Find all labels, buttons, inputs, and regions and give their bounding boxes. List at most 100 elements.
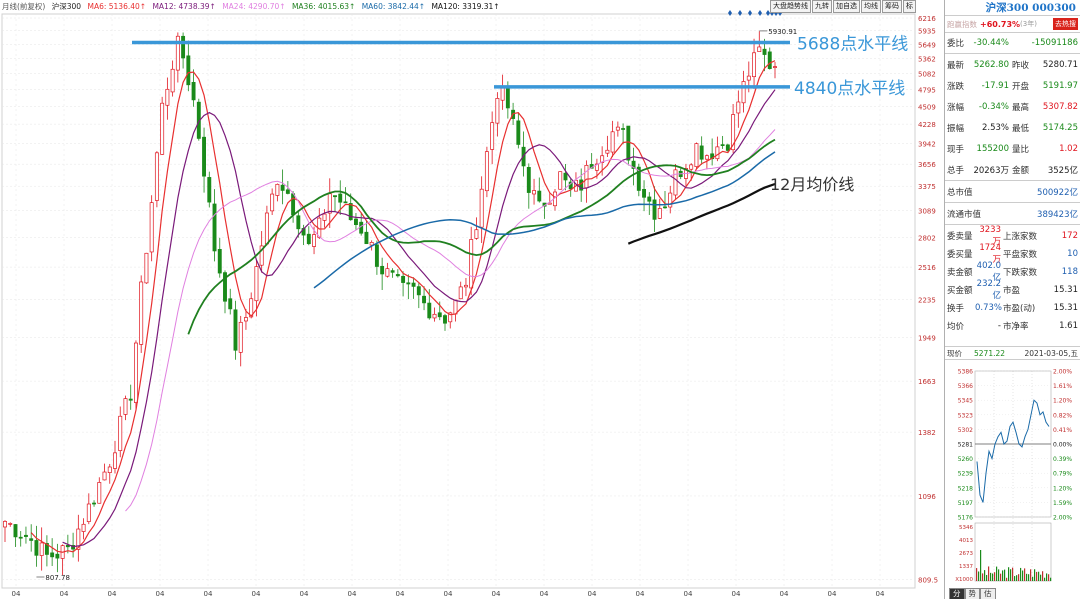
hot-search-button[interactable]: 去热搜 xyxy=(1053,18,1078,30)
candle-body xyxy=(757,46,762,53)
candle-body xyxy=(762,48,767,55)
kline-svg[interactable]: 6216 5935 5649 5362 5082 4795 4509 4228 3942 3656… xyxy=(0,0,944,599)
quote-row-value: 2.53% xyxy=(981,122,1009,133)
float-cap-label: 流通市值 xyxy=(947,209,982,220)
candle-body xyxy=(39,542,44,556)
candle-body xyxy=(642,188,646,198)
candle-body xyxy=(605,149,610,154)
candle-body xyxy=(118,415,123,451)
ma-button[interactable]: 均线 xyxy=(861,0,881,13)
weibi-row: 委比 -30.44% -15091186 xyxy=(945,33,1080,54)
chips-button[interactable]: 筹码 xyxy=(882,0,902,13)
candle-body xyxy=(217,249,222,274)
volume-bar xyxy=(990,572,992,581)
time-tick-label: 04 xyxy=(156,590,165,598)
volume-bar xyxy=(1032,576,1034,581)
time-tick-label: 04 xyxy=(300,590,309,598)
volume-bar xyxy=(1044,577,1046,581)
candle-body xyxy=(390,270,395,273)
quote-row-value2: 5174.25 xyxy=(1042,122,1078,133)
time-tick-label: 04 xyxy=(252,590,261,598)
volume-bar xyxy=(1030,569,1032,581)
legend-ma120: MA120: 3319.31↑ xyxy=(431,2,500,11)
intraday-left-tick: 5281 xyxy=(958,442,973,449)
intraday-left-tick: 5176 xyxy=(958,515,973,522)
grid-value: 232.2亿 xyxy=(976,279,1001,301)
candle-body xyxy=(296,215,301,230)
time-tick-label: 04 xyxy=(444,590,453,598)
outperform-period: (3年) xyxy=(1020,20,1037,28)
candle-body xyxy=(584,164,589,189)
candle-body xyxy=(191,81,196,101)
candle-body xyxy=(202,136,206,177)
volume-bar xyxy=(1046,573,1048,581)
trend-line-button[interactable]: 大盘趋势线 xyxy=(770,0,811,13)
volume-bar xyxy=(1048,574,1050,581)
kline-chart[interactable]: 6216 5935 5649 5362 5082 4795 4509 4228 3942 3656… xyxy=(0,0,944,599)
volume-bar xyxy=(992,573,994,581)
quote-row-label: 涨跌 xyxy=(947,81,965,92)
quote-row: 涨幅 -0.34% 最高 5307.82 xyxy=(945,96,1080,117)
grid-label: 委卖量 xyxy=(947,232,973,242)
time-tick-label: 04 xyxy=(828,590,837,598)
candle-body xyxy=(327,193,332,214)
price-tick-label: 3375 xyxy=(918,183,936,191)
nine-turn-button[interactable]: 九转 xyxy=(812,0,832,13)
price-tick-label: 5362 xyxy=(918,56,936,64)
intraday-left-tick: 5323 xyxy=(958,412,973,419)
quote-row-value: -17.91 xyxy=(981,80,1009,91)
intraday-left-tick: 5302 xyxy=(958,427,973,434)
low-label: 807.78 xyxy=(45,574,70,582)
tab-minute[interactable]: 分 xyxy=(949,588,965,599)
intraday-price: 5271.22 xyxy=(974,348,1006,358)
quote-row: 振幅 2.53% 最低 5174.25 xyxy=(945,117,1080,138)
candle-body xyxy=(107,466,112,474)
add-watchlist-button[interactable]: 加自选 xyxy=(833,0,860,13)
quote-row-value: 155200 xyxy=(976,143,1009,154)
time-tick-label: 04 xyxy=(780,590,789,598)
volume-bar xyxy=(978,571,980,581)
weibi-label: 委比 xyxy=(947,39,965,49)
candle-body xyxy=(343,201,348,204)
candle-body xyxy=(86,503,91,522)
price-tick-label: 4509 xyxy=(918,103,936,111)
float-cap-value: 389423亿 xyxy=(1037,209,1078,220)
intraday-date: 2021-03-05,五 xyxy=(1024,348,1078,358)
quote-row-value2: 3525亿 xyxy=(1047,165,1078,176)
grid-label: 买金额 xyxy=(947,286,973,296)
mark-button[interactable]: 标 xyxy=(903,0,916,13)
grid-label2: 市净率 xyxy=(1003,322,1029,332)
candle-body xyxy=(181,35,186,59)
volume-tick: 1337 xyxy=(959,564,973,570)
quote-subheader: 跑赢指数 +60.73% (3年) 去热搜 xyxy=(945,16,1080,33)
time-tick-label: 04 xyxy=(540,590,549,598)
candle-body xyxy=(385,268,390,277)
volume-bar xyxy=(1018,574,1020,581)
intraday-chart[interactable]: 5386 2.00% 5366 1.61% 5345 1.20% 5323 0.82% 5302… xyxy=(945,367,1080,587)
intraday-left-tick: 5260 xyxy=(958,456,973,463)
candle-body xyxy=(746,75,751,81)
candle-body xyxy=(610,131,615,153)
candle-body xyxy=(704,155,709,160)
candle-body xyxy=(484,151,489,192)
candle-body xyxy=(725,144,730,151)
volume-bar xyxy=(980,549,982,581)
legend-ma36: MA36: 4015.63↑ xyxy=(291,2,356,11)
tab-valuation[interactable]: 估 xyxy=(980,588,996,599)
candle-body xyxy=(532,190,536,195)
tab-trend[interactable]: 势 xyxy=(964,588,980,599)
intraday-right-tick: 1.59% xyxy=(1053,500,1072,507)
candle-body xyxy=(490,122,495,150)
volume-bar xyxy=(1036,571,1038,581)
quote-row-label: 总手 xyxy=(947,165,965,176)
quote-row-label2: 最低 xyxy=(1012,123,1030,134)
quote-row-label: 涨幅 xyxy=(947,102,965,113)
grid-value2: 1.61 xyxy=(1059,321,1078,331)
candle-body xyxy=(354,218,358,225)
volume-bar xyxy=(1010,569,1012,581)
grid-label: 委买量 xyxy=(947,250,973,260)
candle-body xyxy=(228,298,233,310)
volume-bar xyxy=(1000,573,1002,581)
grid-label2: 市盈(动) xyxy=(1003,304,1036,314)
candle-body xyxy=(29,538,34,541)
